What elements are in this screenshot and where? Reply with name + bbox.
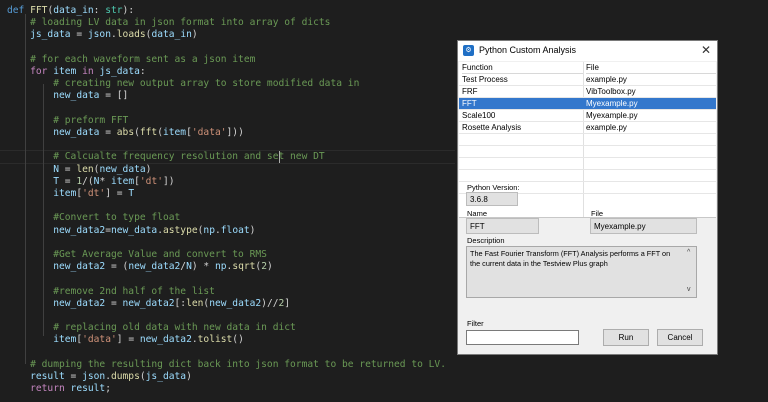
run-button[interactable]: Run xyxy=(603,329,649,346)
empty-table-row xyxy=(459,146,716,158)
description-scrollbar[interactable]: ^ v xyxy=(685,247,696,297)
code-line: new_data = [] xyxy=(53,90,129,102)
file-cell: Myexample.py xyxy=(586,111,638,120)
file-cell: example.py xyxy=(586,123,627,132)
text-caret xyxy=(279,151,280,163)
app-icon: ⚙ xyxy=(463,45,474,56)
table-row[interactable]: Scale100 Myexample.py xyxy=(459,110,716,122)
table-row[interactable]: Rosette Analysis example.py xyxy=(459,122,716,134)
file-cell: example.py xyxy=(586,75,627,84)
code-line: new_data2 = (new_data2/N) * np.sqrt(2) xyxy=(53,261,273,273)
table-row-selected[interactable]: FFT Myexample.py xyxy=(459,98,716,110)
scroll-up-icon[interactable]: ^ xyxy=(687,248,690,258)
filter-label: Filter xyxy=(467,319,484,328)
function-cell: FFT xyxy=(462,99,477,108)
dialog-titlebar[interactable]: ⚙ Python Custom Analysis ✕ xyxy=(458,41,717,61)
cancel-button[interactable]: Cancel xyxy=(657,329,703,346)
table-row[interactable]: FRF VibToolbox.py xyxy=(459,86,716,98)
file-cell: Myexample.py xyxy=(586,99,638,108)
description-label: Description xyxy=(467,236,505,245)
code-line: return result; xyxy=(30,383,111,395)
table-row[interactable]: Test Process example.py xyxy=(459,74,716,86)
filter-input[interactable] xyxy=(466,330,579,345)
empty-table-row xyxy=(459,134,716,146)
function-cell: FRF xyxy=(462,87,478,96)
scroll-down-icon[interactable]: v xyxy=(687,285,691,295)
dialog-title: Python Custom Analysis xyxy=(479,45,577,55)
close-icon[interactable]: ✕ xyxy=(701,43,711,57)
file-label: File xyxy=(591,209,604,218)
python-version-field: 3.6.8 xyxy=(466,192,518,206)
empty-table-row xyxy=(459,158,716,170)
code-line: new_data = abs(fft(item['data'])) xyxy=(53,127,244,138)
code-line: item['dt'] = T xyxy=(53,188,135,199)
python-custom-analysis-dialog: ⚙ Python Custom Analysis ✕ Function File… xyxy=(457,40,718,355)
description-text: The Fast Fourier Transform (FFT) Analysi… xyxy=(470,249,671,268)
column-header-file[interactable]: File xyxy=(586,62,716,74)
python-version-label: Python Version: xyxy=(467,183,520,192)
column-header-function[interactable]: Function xyxy=(462,62,583,74)
file-field: Myexample.py xyxy=(590,218,697,234)
function-cell: Test Process xyxy=(462,75,508,84)
function-cell: Scale100 xyxy=(462,111,496,120)
code-line: js_data = json.loads(data_in) xyxy=(30,29,198,41)
name-label: Name xyxy=(467,209,488,218)
description-box[interactable]: The Fast Fourier Transform (FFT) Analysi… xyxy=(466,246,697,298)
function-cell: Rosette Analysis xyxy=(462,123,522,132)
file-cell: VibToolbox.py xyxy=(586,87,636,96)
code-line: new_data2 = new_data2[:len(new_data2)//2… xyxy=(53,297,291,309)
name-field: FFT xyxy=(466,218,539,234)
code-line: new_data2=new_data.astype(np.float) xyxy=(53,224,256,236)
empty-table-row xyxy=(459,170,716,182)
code-line: item['data'] = new_data2.tolist() xyxy=(53,334,244,346)
